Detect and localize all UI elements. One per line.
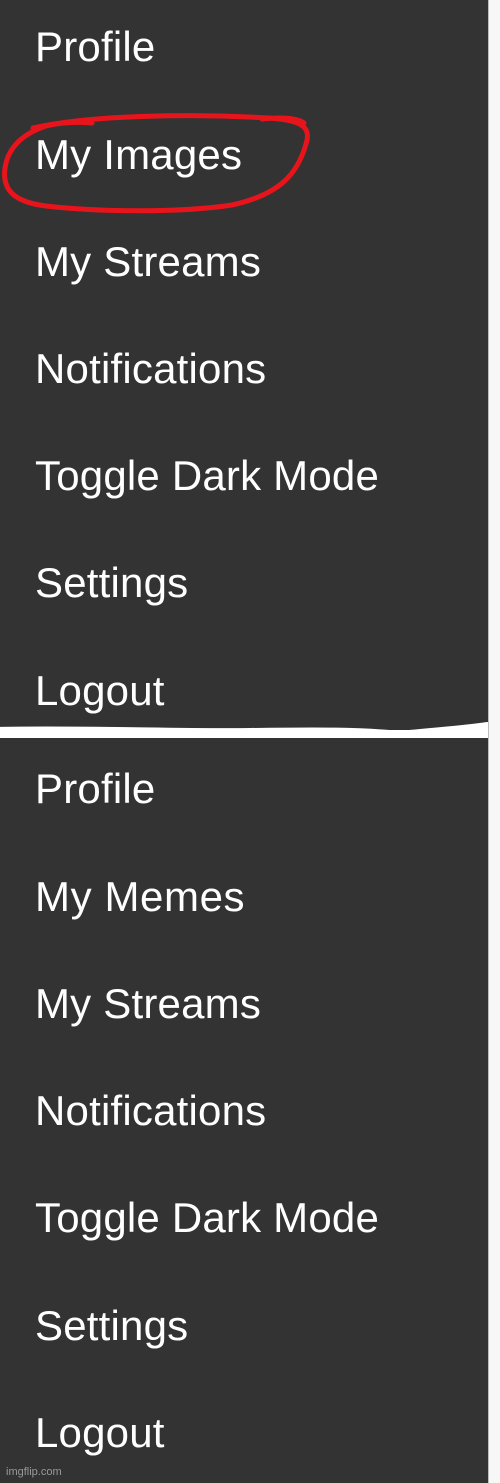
menu-item-settings[interactable]: Settings <box>35 1301 188 1351</box>
menu-item-logout[interactable]: Logout <box>35 1408 165 1458</box>
menu-item-profile[interactable]: Profile <box>35 22 155 72</box>
menu-item-logout[interactable]: Logout <box>35 666 165 716</box>
menu-item-notifications[interactable]: Notifications <box>35 344 266 394</box>
menu-item-my-memes[interactable]: My Memes <box>35 872 245 922</box>
menu-item-notifications[interactable]: Notifications <box>35 1086 266 1136</box>
screenshot-root: { "menu_before": { "items": [ {"label": … <box>0 0 500 1483</box>
dropdown-menu-after: Profile My Memes My Streams Notification… <box>0 738 488 1483</box>
watermark-text: imgflip.com <box>6 1466 62 1478</box>
menu-item-settings[interactable]: Settings <box>35 558 188 608</box>
menu-item-profile[interactable]: Profile <box>35 764 155 814</box>
window-edge <box>488 0 500 1483</box>
menu-item-toggle-dark-mode[interactable]: Toggle Dark Mode <box>35 1193 379 1243</box>
menu-item-my-streams[interactable]: My Streams <box>35 979 261 1029</box>
menu-item-my-images[interactable]: My Images <box>35 130 242 180</box>
menu-item-my-streams[interactable]: My Streams <box>35 237 261 287</box>
dropdown-menu-before: Profile My Images My Streams Notificatio… <box>0 0 488 730</box>
menu-item-toggle-dark-mode[interactable]: Toggle Dark Mode <box>35 451 379 501</box>
